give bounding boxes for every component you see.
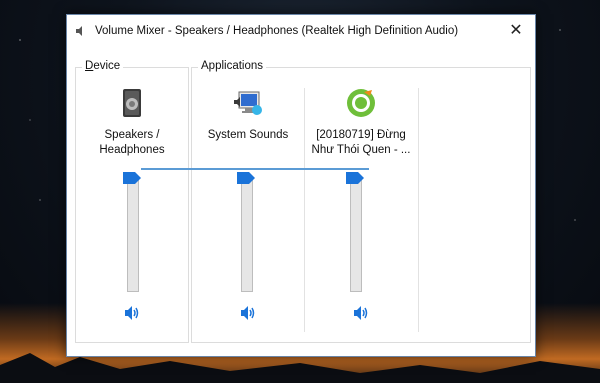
close-button[interactable]: ✕ xyxy=(497,15,535,47)
coccoc-volume-fill xyxy=(351,177,361,291)
column-divider xyxy=(418,88,419,332)
system-sounds-icon xyxy=(234,91,262,115)
system-sounds-volume-fill xyxy=(242,177,252,291)
system-sounds-label: System Sounds xyxy=(207,129,289,141)
device-volume-slider[interactable] xyxy=(127,176,139,292)
device-group: Device Speakers / Headphones xyxy=(75,60,189,344)
device-mute-button[interactable] xyxy=(123,304,141,322)
mixer-content: Device Speakers / Headphones Application… xyxy=(73,55,531,347)
title-bar[interactable]: Volume Mixer - Speakers / Headphones (Re… xyxy=(67,15,535,49)
volume-mixer-window: Volume Mixer - Speakers / Headphones (Re… xyxy=(66,14,536,357)
app-column-coccoc: [20180719] Đừng Như Thói Quen - ... xyxy=(305,68,417,344)
applications-group: Applications System Sounds [20180719] Đừ… xyxy=(191,60,531,344)
window-title: Volume Mixer - Speakers / Headphones (Re… xyxy=(95,25,459,37)
coccoc-volume-slider[interactable] xyxy=(350,176,362,292)
coccoc-label: [20180719] Đừng Như Thói Quen - ... xyxy=(311,129,411,156)
device-label: Speakers / Headphones xyxy=(99,129,165,156)
app-column-system-sounds: System Sounds xyxy=(192,68,304,344)
coccoc-volume-thumb[interactable] xyxy=(346,172,364,184)
speaker-icon xyxy=(76,26,82,36)
device-column: Speakers / Headphones xyxy=(76,68,188,344)
coccoc-mute-button[interactable] xyxy=(352,304,370,322)
system-sounds-volume-slider[interactable] xyxy=(241,176,253,292)
device-volume-thumb[interactable] xyxy=(123,172,141,184)
system-sounds-volume-thumb[interactable] xyxy=(237,172,255,184)
volume-link-line xyxy=(141,168,369,170)
device-volume-fill xyxy=(128,177,138,291)
speaker-icon xyxy=(123,89,141,117)
coccoc-icon xyxy=(347,89,375,117)
system-sounds-mute-button[interactable] xyxy=(239,304,257,322)
